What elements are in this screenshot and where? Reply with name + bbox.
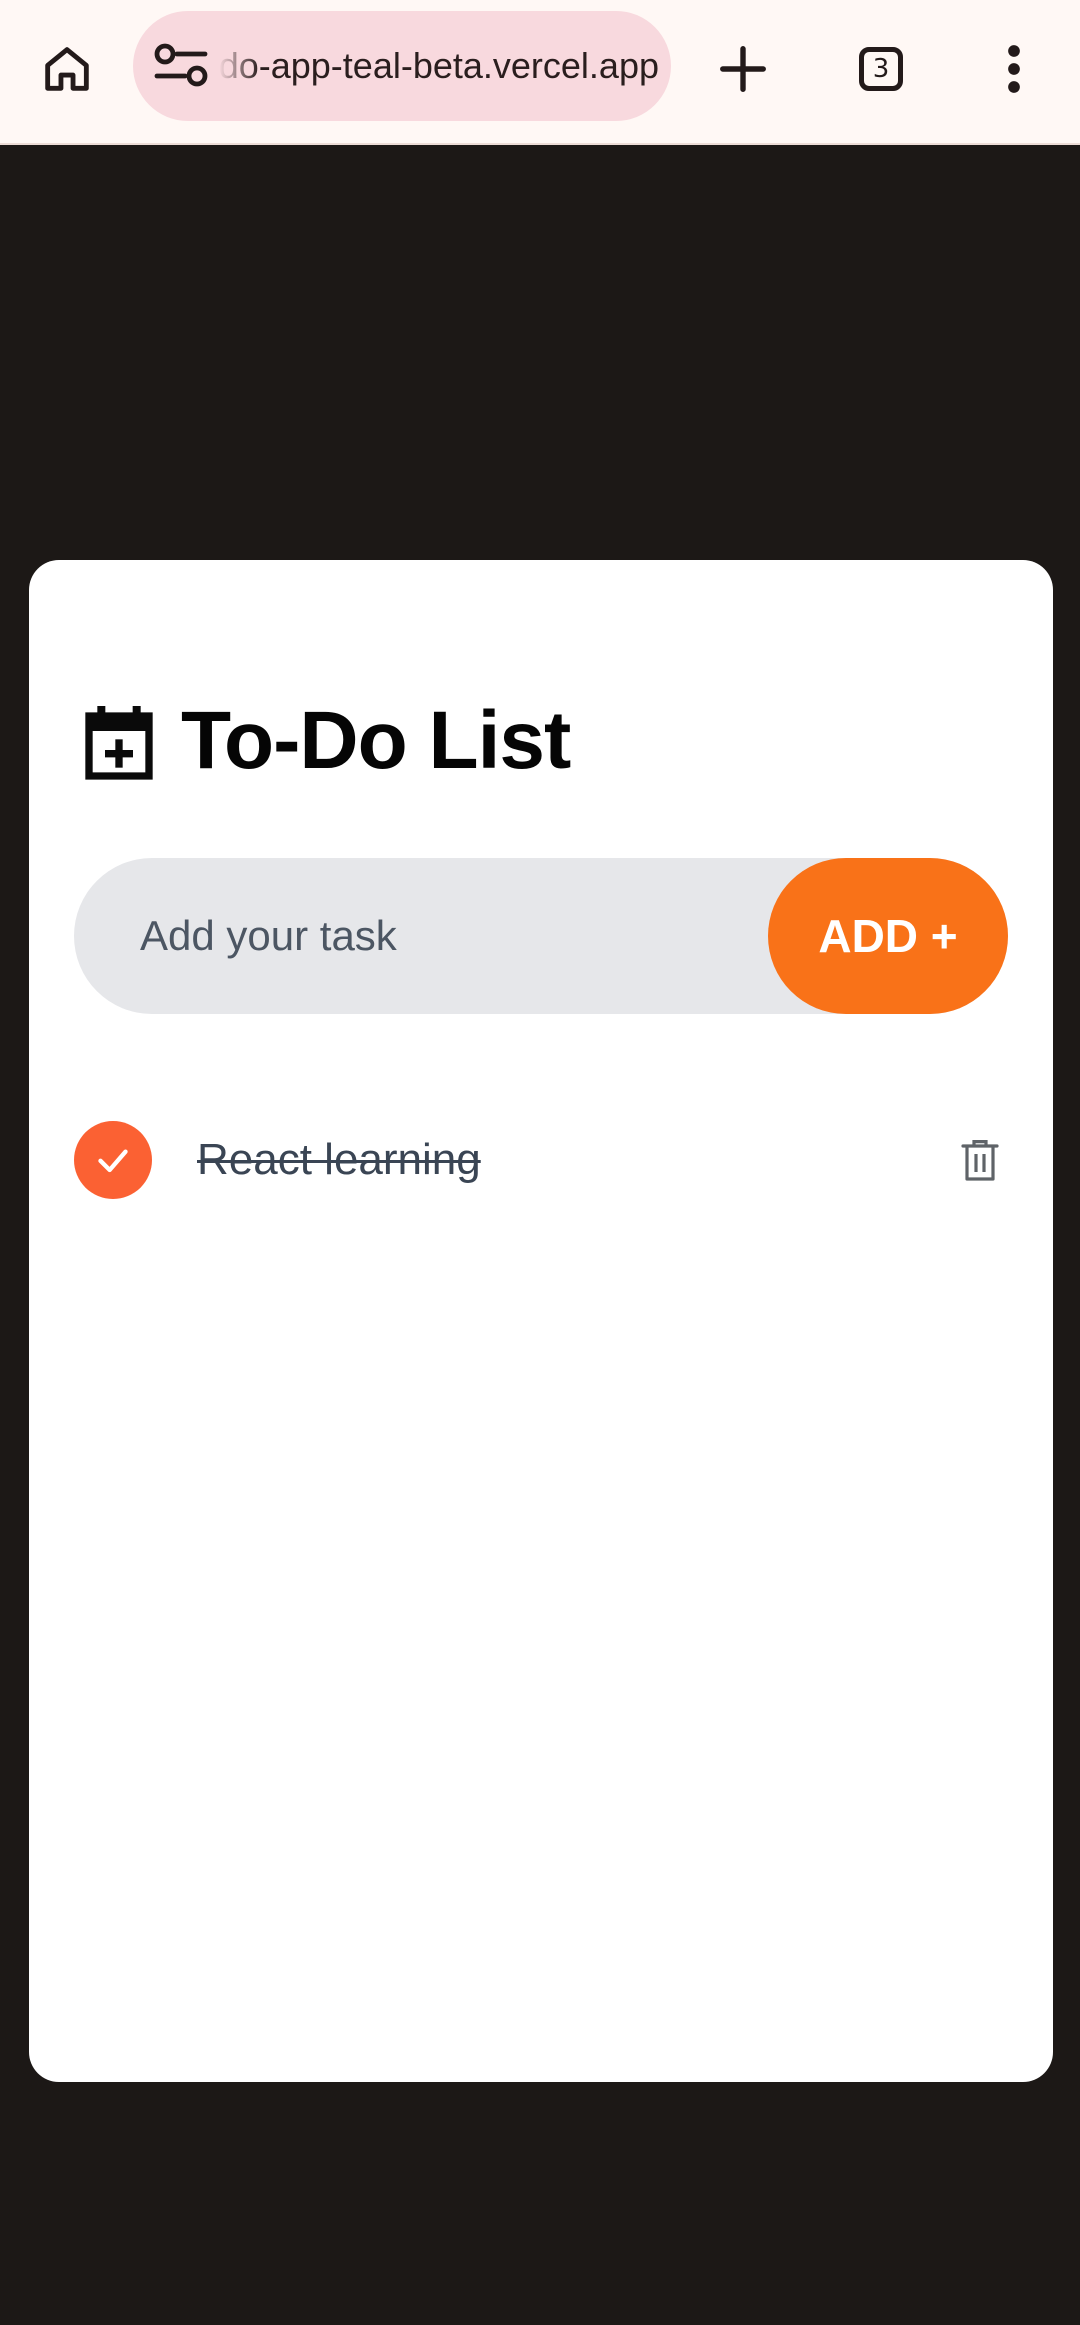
page-title: To-Do List: [181, 695, 571, 786]
task-list: React learning: [74, 1120, 1008, 1200]
task-input[interactable]: [140, 858, 760, 1014]
tab-switcher-button[interactable]: 3: [844, 32, 918, 106]
list-item[interactable]: React learning: [74, 1120, 1008, 1200]
tab-switcher-icon: 3: [859, 47, 903, 91]
tab-count: 3: [872, 54, 890, 84]
new-tab-button[interactable]: [706, 32, 780, 106]
plus-icon: [720, 46, 766, 92]
tune-icon[interactable]: [153, 41, 209, 91]
trash-icon: [961, 1140, 999, 1181]
add-task-form: ADD +: [74, 858, 1008, 1014]
delete-task-button[interactable]: [952, 1132, 1008, 1188]
calendar-add-icon: [85, 706, 153, 780]
browser-toolbar: todo-app-teal-beta.vercel.app 3: [0, 0, 1080, 145]
task-checkbox[interactable]: [74, 1121, 152, 1199]
todo-card: To-Do List ADD + React learning: [29, 560, 1053, 2082]
task-text: React learning: [197, 1135, 481, 1184]
more-menu-button[interactable]: [977, 32, 1051, 106]
home-button[interactable]: [30, 32, 104, 106]
check-icon: [98, 1149, 128, 1173]
home-icon: [45, 47, 89, 91]
url-text[interactable]: todo-app-teal-beta.vercel.app: [219, 11, 659, 121]
add-button[interactable]: ADD +: [768, 858, 1008, 1014]
address-bar[interactable]: todo-app-teal-beta.vercel.app: [133, 11, 671, 121]
title-row: To-Do List: [79, 686, 571, 796]
more-vert-icon: [1008, 45, 1020, 93]
